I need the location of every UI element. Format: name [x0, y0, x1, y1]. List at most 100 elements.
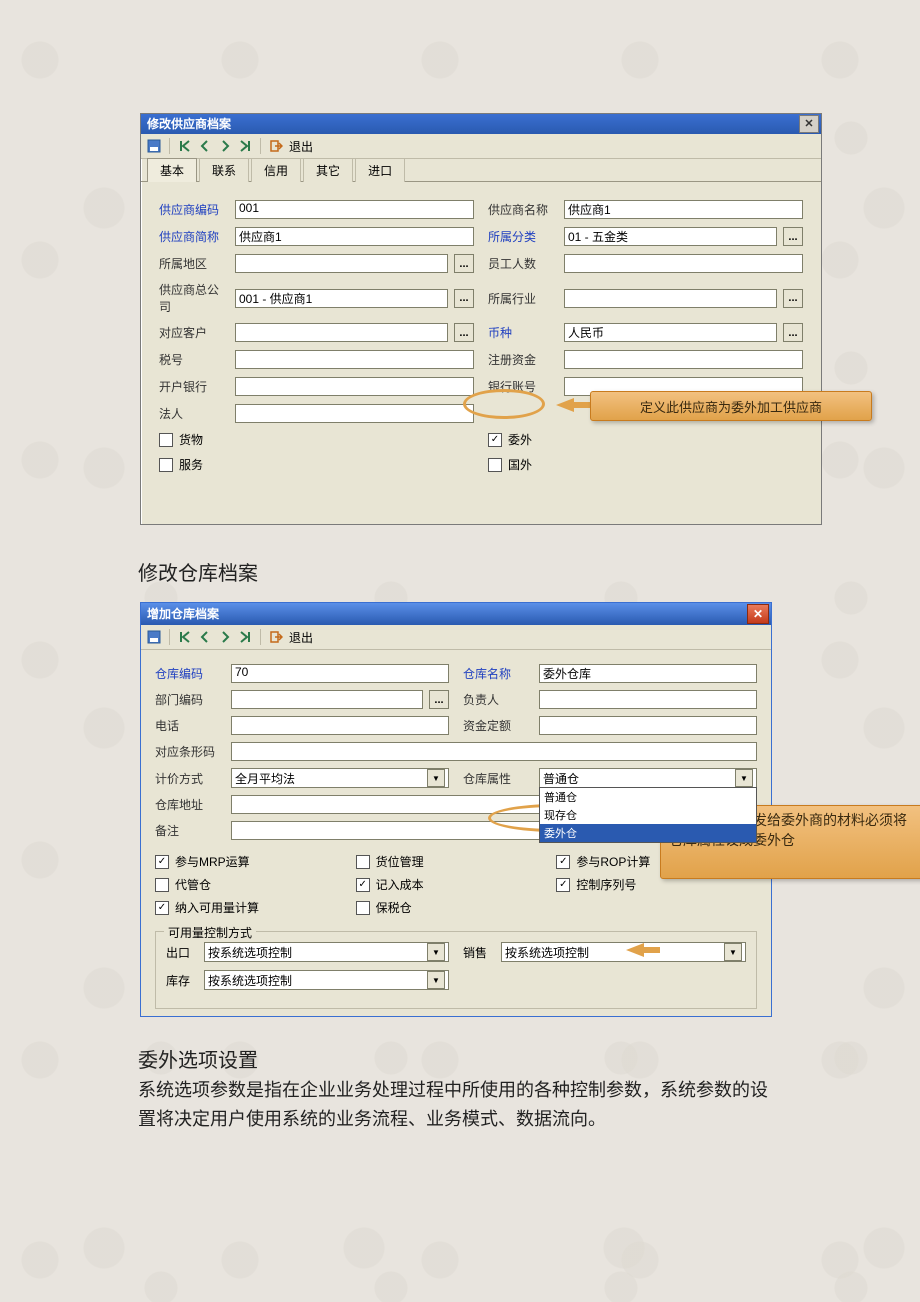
- attr-option-outsource[interactable]: 委外仓: [540, 824, 756, 842]
- hq-input[interactable]: 001 - 供应商1: [235, 289, 448, 308]
- sale-select[interactable]: 按系统选项控制 ▼: [501, 942, 746, 962]
- bonded-label: 保税仓: [376, 899, 412, 916]
- heading-outsource-options: 委外选项设置: [138, 1044, 258, 1073]
- form-basic: 供应商编码 001 供应商名称 供应商1 供应商简称 供应商1 所属分类 01 …: [141, 182, 821, 483]
- mrp-checkbox[interactable]: ✓: [155, 855, 169, 869]
- outsource-checkbox[interactable]: ✓: [488, 433, 502, 447]
- cust-lookup[interactable]: ...: [454, 323, 474, 342]
- legal-label: 法人: [159, 405, 229, 422]
- whname-label: 仓库名称: [463, 665, 533, 682]
- tab-other[interactable]: 其它: [303, 158, 353, 182]
- barcode-label: 对应条形码: [155, 743, 225, 760]
- industry-lookup[interactable]: ...: [783, 289, 803, 308]
- vendor-class-lookup[interactable]: ...: [783, 227, 803, 246]
- vendor-code-input[interactable]: 001: [235, 200, 474, 219]
- vendor-short-input[interactable]: 供应商1: [235, 227, 474, 246]
- dropdown-icon[interactable]: ▼: [724, 943, 742, 961]
- attr-option-stock[interactable]: 现存仓: [540, 806, 756, 824]
- nav-last-icon[interactable]: [238, 630, 252, 644]
- dept-input[interactable]: [231, 690, 423, 709]
- tax-label: 税号: [159, 351, 229, 368]
- currency-lookup[interactable]: ...: [783, 323, 803, 342]
- industry-label: 所属行业: [488, 290, 558, 307]
- annotation-oval-1: [463, 389, 545, 419]
- rop-checkbox[interactable]: ✓: [556, 855, 570, 869]
- close-button[interactable]: ✕: [799, 115, 819, 133]
- fund-label: 资金定额: [463, 717, 533, 734]
- vendor-name-label: 供应商名称: [488, 201, 558, 218]
- serial-checkbox[interactable]: ✓: [556, 878, 570, 892]
- consign-checkbox[interactable]: [155, 878, 169, 892]
- tab-bar: 基本 联系 信用 其它 进口: [141, 159, 821, 182]
- bank-label: 开户银行: [159, 378, 229, 395]
- hq-lookup[interactable]: ...: [454, 289, 474, 308]
- save-icon[interactable]: [147, 139, 161, 153]
- fieldset-legend: 可用量控制方式: [164, 924, 256, 941]
- warehouse-attr-select[interactable]: 普通仓 ▼ 普通仓 现存仓 委外仓: [539, 768, 757, 788]
- dropdown-icon[interactable]: ▼: [427, 943, 445, 961]
- whcode-label: 仓库编码: [155, 665, 225, 682]
- phone-input[interactable]: [231, 716, 449, 735]
- loc-label: 货位管理: [376, 853, 424, 870]
- whname-input[interactable]: 委外仓库: [539, 664, 757, 683]
- exit-icon[interactable]: [269, 630, 283, 644]
- exit-icon[interactable]: [269, 139, 283, 153]
- nav-prev-icon[interactable]: [198, 630, 212, 644]
- tab-import[interactable]: 进口: [355, 158, 405, 182]
- employees-input[interactable]: [564, 254, 803, 273]
- legal-input[interactable]: [235, 404, 474, 423]
- attr-option-normal[interactable]: 普通仓: [540, 788, 756, 806]
- vendor-code-label: 供应商编码: [159, 201, 229, 218]
- service-label: 服务: [179, 456, 203, 473]
- exit-label[interactable]: 退出: [289, 138, 313, 155]
- sale-label: 销售: [463, 944, 495, 961]
- nav-next-icon[interactable]: [218, 630, 232, 644]
- dialog2-close-button[interactable]: ✕: [747, 604, 769, 624]
- nav-prev-icon[interactable]: [198, 139, 212, 153]
- exit-label2[interactable]: 退出: [289, 629, 313, 646]
- save-icon[interactable]: [147, 630, 161, 644]
- cust-label: 对应客户: [159, 324, 229, 341]
- pricing-select[interactable]: 全月平均法 ▼: [231, 768, 449, 788]
- bonded-checkbox[interactable]: [356, 901, 370, 915]
- currency-input[interactable]: 人民币: [564, 323, 777, 342]
- outsource-label: 委外: [508, 431, 532, 448]
- avail-checkbox[interactable]: ✓: [155, 901, 169, 915]
- bank-input[interactable]: [235, 377, 474, 396]
- dropdown-icon[interactable]: ▼: [427, 769, 445, 787]
- dialog2-title: 增加仓库档案: [147, 603, 219, 625]
- cust-input[interactable]: [235, 323, 448, 342]
- whcode-input[interactable]: 70: [231, 664, 449, 683]
- regcap-input[interactable]: [564, 350, 803, 369]
- warehouse-form: 仓库编码 70 仓库名称 委外仓库 部门编码 ... 负责人 电话 资金定额: [141, 650, 771, 1017]
- barcode-input[interactable]: [231, 742, 757, 761]
- nav-first-icon[interactable]: [178, 139, 192, 153]
- nav-next-icon[interactable]: [218, 139, 232, 153]
- dropdown-icon[interactable]: ▼: [735, 769, 753, 787]
- industry-input[interactable]: [564, 289, 777, 308]
- nav-first-icon[interactable]: [178, 630, 192, 644]
- region-lookup[interactable]: ...: [454, 254, 474, 273]
- dept-lookup[interactable]: ...: [429, 690, 449, 709]
- goods-checkbox[interactable]: [159, 433, 173, 447]
- tax-input[interactable]: [235, 350, 474, 369]
- vendor-name-input[interactable]: 供应商1: [564, 200, 803, 219]
- service-checkbox[interactable]: [159, 458, 173, 472]
- owner-input[interactable]: [539, 690, 757, 709]
- tab-contact[interactable]: 联系: [199, 158, 249, 182]
- vendor-short-label: 供应商简称: [159, 228, 229, 245]
- foreign-checkbox[interactable]: [488, 458, 502, 472]
- toolbar: 退出: [141, 134, 821, 159]
- tab-basic[interactable]: 基本: [147, 158, 197, 182]
- out-select[interactable]: 按系统选项控制 ▼: [204, 942, 449, 962]
- nav-last-icon[interactable]: [238, 139, 252, 153]
- loc-checkbox[interactable]: [356, 855, 370, 869]
- tab-credit[interactable]: 信用: [251, 158, 301, 182]
- vendor-class-input[interactable]: 01 - 五金类: [564, 227, 777, 246]
- vendor-class-label: 所属分类: [488, 228, 558, 245]
- region-input[interactable]: [235, 254, 448, 273]
- dropdown-icon[interactable]: ▼: [427, 971, 445, 989]
- fund-input[interactable]: [539, 716, 757, 735]
- stock-select[interactable]: 按系统选项控制 ▼: [204, 970, 449, 990]
- cost-checkbox[interactable]: ✓: [356, 878, 370, 892]
